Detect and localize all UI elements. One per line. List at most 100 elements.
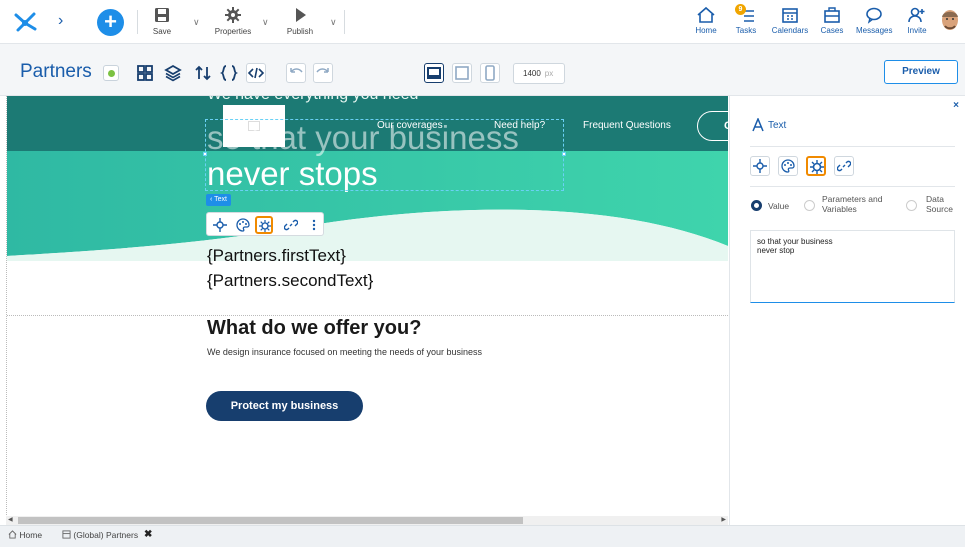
canvas-width-value: 1400 [523, 69, 541, 78]
properties-label: Properties [214, 27, 252, 36]
move-icon [753, 159, 767, 173]
save-label: Save [152, 27, 172, 36]
palette-icon [236, 218, 250, 232]
cases-nav-button[interactable]: Cases [819, 6, 845, 35]
scrollbar-thumb[interactable] [18, 517, 523, 524]
play-icon [296, 8, 306, 22]
link-tool-button[interactable] [282, 216, 300, 234]
section-divider [7, 315, 728, 316]
panel-tab-settings[interactable] [806, 156, 826, 176]
link-icon [284, 219, 298, 231]
gear-settings-icon [810, 160, 824, 174]
source-label-parameters: Parameters and Variables [822, 194, 883, 214]
calendars-label: Calendars [771, 26, 809, 35]
properties-dropdown-caret-icon[interactable]: ∨ [262, 17, 269, 28]
top-toolbar: › + Save ∨ Properties ∨ Publish ∨ Home 9 [0, 0, 965, 44]
redo-icon [316, 68, 329, 73]
braces-icon[interactable] [220, 64, 238, 82]
tasks-label: Tasks [735, 26, 757, 35]
panel-divider [750, 186, 955, 187]
home-nav-button[interactable]: Home [693, 6, 719, 35]
offer-description[interactable]: We design insurance focused on meeting t… [207, 347, 482, 357]
tab-home[interactable]: Home [8, 530, 42, 540]
source-radio-datasource[interactable] [906, 200, 917, 211]
add-new-button[interactable]: + [97, 9, 124, 36]
text-value-textarea[interactable]: so that your business never stop [750, 230, 955, 303]
code-view-button[interactable] [246, 63, 266, 83]
invite-label: Invite [907, 26, 927, 35]
tasks-count-badge: 9 [735, 4, 746, 15]
protect-business-button[interactable]: Protect my business [206, 391, 363, 421]
user-avatar[interactable] [938, 7, 962, 37]
save-button[interactable]: Save [150, 5, 174, 36]
publish-button[interactable]: Publish [285, 5, 315, 36]
scroll-left-arrow-icon[interactable]: ◀ [8, 516, 13, 523]
redo-button[interactable] [313, 63, 333, 83]
close-tab-icon[interactable]: ✖ [144, 529, 152, 540]
move-icon [213, 218, 227, 232]
home-icon [697, 6, 715, 23]
briefcase-icon [824, 7, 840, 23]
tasks-nav-button[interactable]: 9 Tasks [733, 4, 759, 35]
expand-menu-chevron-icon[interactable]: › [58, 13, 74, 29]
more-vertical-icon [312, 219, 316, 231]
mobile-view-button[interactable] [480, 63, 500, 83]
page-icon [62, 530, 71, 539]
source-radio-parameters[interactable] [804, 200, 815, 211]
publish-dropdown-caret-icon[interactable]: ∨ [330, 17, 337, 28]
calendar-icon [782, 8, 798, 23]
tab-home-label: Home [19, 530, 43, 540]
source-label-datasource: Data Source [926, 194, 953, 214]
app-logo-icon[interactable] [12, 9, 38, 35]
settings-tool-button[interactable] [255, 216, 273, 234]
chat-bubble-icon [866, 7, 882, 24]
source-radio-value[interactable] [751, 200, 762, 211]
toolbar-divider [137, 10, 138, 34]
calendars-nav-button[interactable]: Calendars [770, 6, 810, 35]
invite-nav-button[interactable]: Invite [904, 6, 930, 35]
data-binding-icon[interactable] [194, 64, 212, 82]
scroll-right-arrow-icon[interactable]: ▶ [721, 516, 726, 523]
more-options-button[interactable] [305, 216, 323, 234]
toolbar-divider [344, 10, 345, 34]
save-dropdown-caret-icon[interactable]: ∨ [193, 17, 200, 28]
hero-top-text: We have everything you need [207, 96, 418, 104]
layers-icon[interactable] [164, 64, 182, 82]
undo-button[interactable] [286, 63, 306, 83]
tab-global-partners[interactable]: (Global) Partners [62, 530, 138, 540]
page-status-indicator[interactable] [103, 65, 119, 81]
text-type-icon [752, 117, 764, 132]
move-tool-button[interactable] [211, 216, 229, 234]
source-label-value: Value [768, 201, 790, 211]
design-canvas[interactable]: We have everything you need Our coverage… [0, 96, 728, 515]
properties-button[interactable]: Properties [213, 5, 253, 36]
binding-second-text[interactable]: {Partners.secondText} [207, 271, 373, 291]
tablet-view-button[interactable] [452, 63, 472, 83]
offer-heading[interactable]: What do we offer you? [207, 317, 421, 340]
selected-element-outline[interactable] [203, 119, 566, 191]
panel-tab-link[interactable] [834, 156, 854, 176]
panel-title-text: Text [768, 120, 787, 131]
nav-pill-button[interactable]: C [697, 111, 728, 141]
panel-tab-position[interactable] [750, 156, 770, 176]
components-icon[interactable] [136, 64, 154, 82]
code-icon [247, 67, 265, 79]
mobile-icon [485, 65, 495, 81]
canvas-horizontal-scrollbar[interactable]: ◀ ▶ [6, 516, 728, 525]
canvas-width-unit: px [544, 69, 554, 78]
properties-panel: × Text Value Parameters and Variables Da… [729, 96, 965, 525]
preview-button[interactable]: Preview [884, 60, 958, 84]
gear-settings-icon [259, 220, 271, 232]
tab-partners-label: (Global) Partners [73, 530, 139, 540]
nav-link-faq[interactable]: Frequent Questions [583, 120, 671, 131]
panel-tab-style[interactable] [778, 156, 798, 176]
save-icon [155, 8, 169, 22]
desktop-view-button[interactable] [424, 63, 444, 83]
style-tool-button[interactable] [234, 216, 252, 234]
selected-element-tag[interactable]: ‹ Text [206, 194, 231, 206]
binding-first-text[interactable]: {Partners.firstText} [207, 246, 346, 266]
messages-nav-button[interactable]: Messages [856, 6, 892, 35]
close-panel-icon[interactable]: × [953, 100, 959, 111]
messages-label: Messages [856, 26, 893, 35]
canvas-width-input[interactable]: 1400 px [513, 63, 565, 84]
